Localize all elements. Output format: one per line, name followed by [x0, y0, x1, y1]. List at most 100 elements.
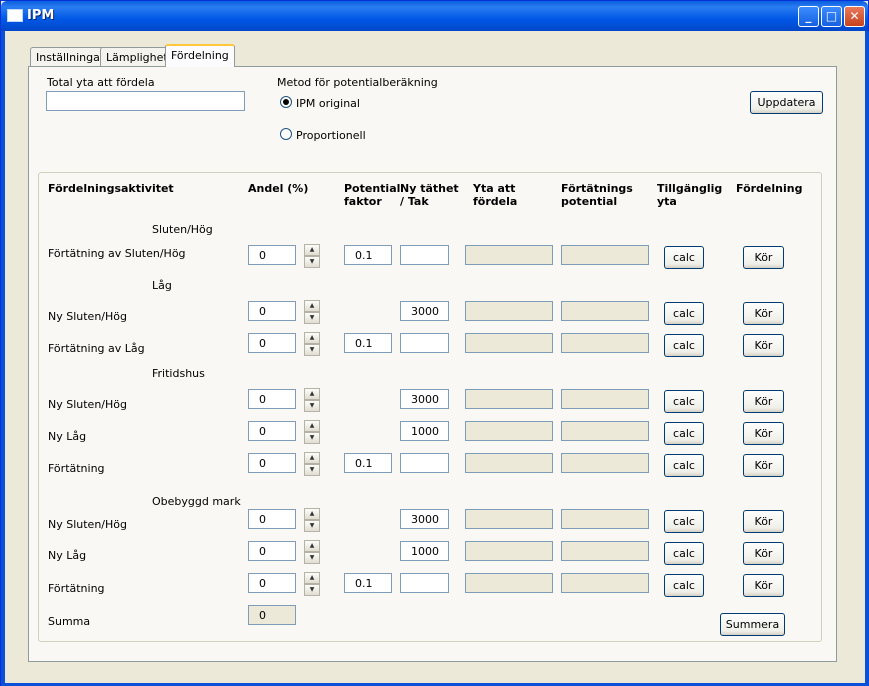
run-button[interactable]: Kör — [743, 390, 784, 413]
spin-up-icon[interactable]: ▲ — [304, 572, 320, 584]
run-button[interactable]: Kör — [743, 454, 784, 477]
potential-factor-input[interactable]: 0.1 — [344, 333, 392, 353]
density-input[interactable]: 1000 — [400, 541, 449, 561]
spin-down-icon[interactable]: ▼ — [304, 312, 320, 324]
density-input[interactable]: 3000 — [400, 509, 449, 529]
densification-field — [561, 541, 649, 561]
densification-field — [561, 245, 649, 265]
row-label: Förtätning — [48, 462, 105, 475]
density-input[interactable]: 1000 — [400, 421, 449, 441]
share-input[interactable]: 0 — [248, 333, 296, 353]
calc-button[interactable]: calc — [664, 542, 704, 565]
share-spinner[interactable]: ▲ ▼ — [304, 452, 320, 476]
calc-button[interactable]: calc — [664, 246, 704, 269]
minimize-button[interactable]: _ — [798, 6, 819, 27]
maximize-button[interactable]: □ — [821, 6, 842, 27]
calc-button[interactable]: calc — [664, 510, 704, 533]
calc-button[interactable]: calc — [664, 302, 704, 325]
header-densification: Förtätnings potential — [561, 182, 633, 208]
spin-down-icon[interactable]: ▼ — [304, 584, 320, 596]
radio-ipm-original[interactable] — [280, 96, 292, 108]
row-label: Ny Sluten/Hög — [48, 518, 127, 531]
spin-up-icon[interactable]: ▲ — [304, 244, 320, 256]
densification-field — [561, 573, 649, 593]
spin-down-icon[interactable]: ▼ — [304, 256, 320, 268]
spin-up-icon[interactable]: ▲ — [304, 508, 320, 520]
share-input[interactable]: 0 — [248, 573, 296, 593]
radio-proportionell-label[interactable]: Proportionell — [296, 129, 366, 142]
radio-proportionell[interactable] — [280, 128, 292, 140]
title-bar[interactable]: IPM _ □ ✕ — [1, 1, 868, 31]
run-button[interactable]: Kör — [743, 510, 784, 533]
calc-button[interactable]: calc — [664, 334, 704, 357]
spin-down-icon[interactable]: ▼ — [304, 344, 320, 356]
spin-down-icon[interactable]: ▼ — [304, 400, 320, 412]
density-input[interactable]: 3000 — [400, 301, 449, 321]
potential-factor-input[interactable]: 0.1 — [344, 573, 392, 593]
calc-button[interactable]: calc — [664, 454, 704, 477]
spin-up-icon[interactable]: ▲ — [304, 388, 320, 400]
densification-field — [561, 301, 649, 321]
share-input[interactable]: 0 — [248, 453, 296, 473]
close-button[interactable]: ✕ — [844, 6, 865, 27]
share-spinner[interactable]: ▲ ▼ — [304, 572, 320, 596]
summera-button[interactable]: Summera — [720, 613, 785, 636]
share-spinner[interactable]: ▲ ▼ — [304, 508, 320, 532]
run-button[interactable]: Kör — [743, 302, 784, 325]
tab-installningar[interactable]: Inställningar — [30, 47, 111, 66]
app-icon — [7, 9, 23, 22]
header-area: Yta att fördela — [473, 182, 518, 208]
tab-lamplighet[interactable]: Lämplighet — [100, 47, 174, 66]
spin-down-icon[interactable]: ▼ — [304, 432, 320, 444]
density-input[interactable] — [400, 573, 449, 593]
spin-down-icon[interactable]: ▼ — [304, 464, 320, 476]
area-field — [465, 389, 553, 409]
run-button[interactable]: Kör — [743, 334, 784, 357]
spin-up-icon[interactable]: ▲ — [304, 300, 320, 312]
group-label: Fritidshus — [152, 367, 205, 380]
total-area-input[interactable] — [46, 91, 245, 111]
calc-button[interactable]: calc — [664, 574, 704, 597]
density-input[interactable] — [400, 245, 449, 265]
share-input[interactable]: 0 — [248, 389, 296, 409]
share-input[interactable]: 0 — [248, 301, 296, 321]
radio-ipm-original-label[interactable]: IPM original — [296, 97, 360, 110]
group-label: Sluten/Hög — [152, 223, 213, 236]
run-button[interactable]: Kör — [743, 574, 784, 597]
calc-button[interactable]: calc — [664, 422, 704, 445]
share-spinner[interactable]: ▲ ▼ — [304, 420, 320, 444]
update-button[interactable]: Uppdatera — [750, 91, 823, 114]
density-input[interactable] — [400, 333, 449, 353]
share-input[interactable]: 0 — [248, 541, 296, 561]
share-spinner[interactable]: ▲ ▼ — [304, 540, 320, 564]
spin-up-icon[interactable]: ▲ — [304, 540, 320, 552]
tab-fordelning[interactable]: Fördelning — [165, 44, 235, 67]
row-label: Ny Sluten/Hög — [48, 398, 127, 411]
run-button[interactable]: Kör — [743, 246, 784, 269]
share-spinner[interactable]: ▲ ▼ — [304, 244, 320, 268]
row-label: Ny Låg — [48, 430, 87, 443]
share-input[interactable]: 0 — [248, 421, 296, 441]
run-button[interactable]: Kör — [743, 422, 784, 445]
spin-up-icon[interactable]: ▲ — [304, 452, 320, 464]
densification-field — [561, 421, 649, 441]
run-button[interactable]: Kör — [743, 542, 784, 565]
potential-factor-input[interactable]: 0.1 — [344, 453, 392, 473]
share-spinner[interactable]: ▲ ▼ — [304, 300, 320, 324]
spin-down-icon[interactable]: ▼ — [304, 552, 320, 564]
spin-up-icon[interactable]: ▲ — [304, 332, 320, 344]
spin-up-icon[interactable]: ▲ — [304, 420, 320, 432]
share-input[interactable]: 0 — [248, 509, 296, 529]
calc-button[interactable]: calc — [664, 390, 704, 413]
spin-down-icon[interactable]: ▼ — [304, 520, 320, 532]
window-border-right — [865, 31, 869, 686]
density-input[interactable]: 3000 — [400, 389, 449, 409]
share-input[interactable]: 0 — [248, 245, 296, 265]
density-input[interactable] — [400, 453, 449, 473]
share-spinner[interactable]: ▲ ▼ — [304, 388, 320, 412]
share-spinner[interactable]: ▲ ▼ — [304, 332, 320, 356]
row-label: Förtätning — [48, 582, 105, 595]
potential-factor-input[interactable]: 0.1 — [344, 245, 392, 265]
header-distribution: Fördelning — [736, 182, 803, 195]
area-field — [465, 333, 553, 353]
